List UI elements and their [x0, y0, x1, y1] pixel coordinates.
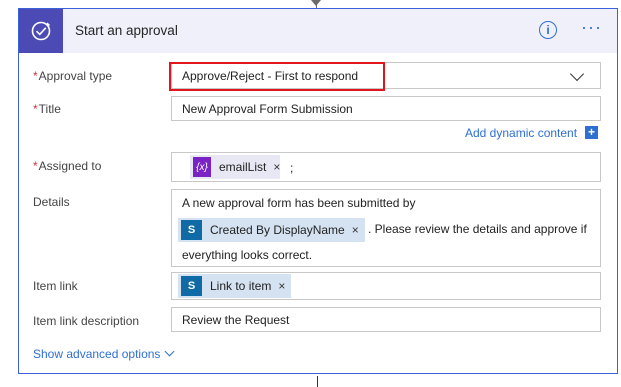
card-title: Start an approval: [75, 23, 178, 38]
add-dynamic-content-link[interactable]: Add dynamic content: [465, 126, 577, 140]
card-header[interactable]: Start an approval i ···: [19, 9, 617, 53]
variable-icon: {x}: [193, 157, 211, 177]
required-marker: *: [33, 69, 38, 83]
title-input[interactable]: New Approval Form Submission: [171, 96, 601, 121]
chevron-down-icon[interactable]: [569, 66, 585, 82]
remove-token-icon[interactable]: ×: [278, 279, 285, 293]
flow-connector-line: [317, 376, 318, 387]
info-icon[interactable]: i: [539, 21, 557, 39]
details-line-2: . Please review the details and approve …: [368, 222, 587, 236]
title-value: New Approval Form Submission: [182, 102, 353, 116]
approval-action-card: Start an approval i ··· *Approval type A…: [18, 8, 618, 374]
flow-connector-arrow-icon: [311, 0, 321, 6]
remove-token-icon[interactable]: ×: [273, 160, 280, 174]
assigned-to-label: *Assigned to: [33, 159, 102, 173]
email-list-token[interactable]: {x} emailList ×: [190, 155, 281, 179]
token-label: emailList: [219, 160, 267, 174]
item-link-description-label: Item link description: [33, 314, 140, 328]
more-options-icon[interactable]: ···: [581, 17, 602, 38]
required-marker: *: [33, 159, 38, 173]
title-label: *Title: [33, 102, 61, 116]
show-advanced-options-link[interactable]: Show advanced options: [33, 346, 175, 361]
details-label: Details: [33, 195, 70, 209]
details-textarea[interactable]: A new approval form has been submitted b…: [171, 189, 601, 267]
approval-icon: [19, 9, 63, 53]
item-link-description-input[interactable]: Review the Request: [171, 307, 601, 332]
highlight-annotation: [169, 62, 385, 91]
separator-text: ;: [290, 161, 294, 175]
created-by-token[interactable]: S Created By DisplayName ×: [178, 218, 365, 242]
required-marker: *: [33, 102, 38, 116]
details-line-1: A new approval form has been submitted b…: [182, 196, 416, 210]
chevron-down-icon: [164, 346, 175, 357]
approval-type-label: *Approval type: [33, 69, 113, 83]
item-link-description-value: Review the Request: [182, 313, 290, 327]
add-dynamic-content-plus-icon[interactable]: +: [585, 126, 598, 139]
token-label: Link to item: [210, 279, 272, 293]
details-line-3: everything looks correct.: [182, 248, 313, 262]
assigned-to-input[interactable]: {x} emailList × ;: [171, 152, 601, 182]
item-link-input[interactable]: S Link to item ×: [171, 272, 601, 300]
token-label: Created By DisplayName: [210, 223, 345, 237]
link-to-item-token[interactable]: S Link to item ×: [178, 274, 292, 298]
sharepoint-icon: S: [181, 220, 202, 240]
remove-token-icon[interactable]: ×: [352, 223, 359, 237]
sharepoint-icon: S: [181, 276, 202, 296]
item-link-label: Item link: [33, 279, 78, 293]
